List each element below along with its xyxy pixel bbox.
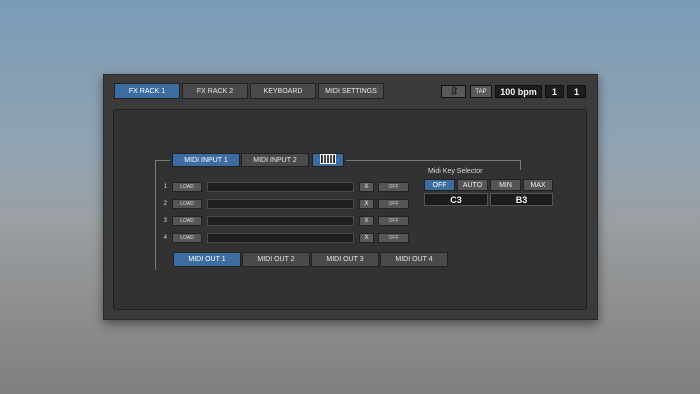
load-button[interactable]: LOAD xyxy=(172,233,202,243)
high-key-selector[interactable]: B3 xyxy=(490,193,553,206)
load-button[interactable]: LOAD xyxy=(172,182,202,192)
slot-number: 4 xyxy=(163,235,167,241)
tab-midi-input-2[interactable]: MIDI INPUT 2 xyxy=(241,153,309,167)
key-mode-off-button[interactable]: OFF xyxy=(424,179,455,191)
frame-line-top-right xyxy=(346,160,521,161)
keyboard-view-button[interactable] xyxy=(312,153,344,167)
tab-fx-rack-2[interactable]: FX RACK 2 xyxy=(182,83,248,99)
remove-button[interactable]: X xyxy=(359,233,374,243)
tab-midi-out-2[interactable]: MIDI OUT 2 xyxy=(242,252,310,267)
tab-midi-input-1[interactable]: MIDI INPUT 1 xyxy=(172,153,240,167)
bypass-toggle[interactable]: OFF xyxy=(378,182,409,192)
slot-number: 3 xyxy=(163,218,167,224)
key-mode-max-button[interactable]: MAX xyxy=(523,179,553,191)
tab-keyboard[interactable]: KEYBOARD xyxy=(250,83,316,99)
plugin-slot-field[interactable] xyxy=(207,233,354,243)
remove-button[interactable]: X xyxy=(359,182,374,192)
beat-counter[interactable]: 1 xyxy=(567,85,586,98)
bpm-display[interactable]: 100 bpm xyxy=(495,85,542,98)
piano-keys-icon xyxy=(320,154,336,166)
tap-tempo-button[interactable]: TAP xyxy=(470,85,492,98)
bar-counter[interactable]: 1 xyxy=(545,85,564,98)
tab-fx-rack-1[interactable]: FX RACK 1 xyxy=(114,83,180,99)
tab-midi-out-3[interactable]: MIDI OUT 3 xyxy=(311,252,379,267)
top-bar: FX RACK 1 FX RACK 2 KEYBOARD MIDI SETTIN… xyxy=(104,75,597,105)
frame-line-left xyxy=(155,160,156,270)
remove-button[interactable]: X xyxy=(359,199,374,209)
slot-number: 2 xyxy=(163,201,167,207)
plugin-slot-field[interactable] xyxy=(207,182,354,192)
key-selector-title: Midi Key Selector xyxy=(428,168,483,175)
low-key-selector[interactable]: C3 xyxy=(424,193,488,206)
key-mode-min-button[interactable]: MIN xyxy=(490,179,521,191)
tab-midi-out-1[interactable]: MIDI OUT 1 xyxy=(173,252,241,267)
tab-midi-settings[interactable]: MIDI SETTINGS xyxy=(318,83,384,99)
load-button[interactable]: LOAD xyxy=(172,199,202,209)
key-mode-auto-button[interactable]: AUTO xyxy=(457,179,488,191)
metronome-icon xyxy=(449,86,459,97)
main-panel: MIDI INPUT 1 MIDI INPUT 2 1 LOAD X OFF 2 xyxy=(113,109,587,310)
frame-line-top-left xyxy=(155,160,170,161)
fx-rack-window: FX RACK 1 FX RACK 2 KEYBOARD MIDI SETTIN… xyxy=(103,74,598,320)
metronome-button[interactable] xyxy=(441,85,466,98)
remove-button[interactable]: X xyxy=(359,216,374,226)
tab-midi-out-4[interactable]: MIDI OUT 4 xyxy=(380,252,448,267)
frame-line-right xyxy=(520,160,521,170)
slot-number: 1 xyxy=(163,184,167,190)
bypass-toggle[interactable]: OFF xyxy=(378,233,409,243)
load-button[interactable]: LOAD xyxy=(172,216,202,226)
plugin-slot-field[interactable] xyxy=(207,199,354,209)
plugin-slot-field[interactable] xyxy=(207,216,354,226)
bypass-toggle[interactable]: OFF xyxy=(378,199,409,209)
bypass-toggle[interactable]: OFF xyxy=(378,216,409,226)
